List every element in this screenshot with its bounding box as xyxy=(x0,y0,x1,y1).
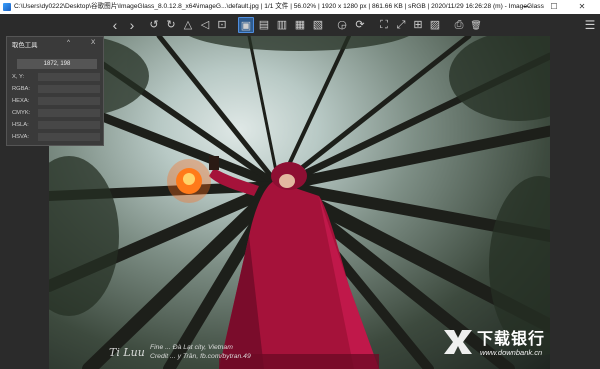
slideshow-icon[interactable]: ◶ xyxy=(334,17,350,33)
thumbnail-icon[interactable]: ⊞ xyxy=(410,17,426,33)
flip-horizontal-icon[interactable]: ◁ xyxy=(197,17,213,33)
picker-row-hexa: HEXA: xyxy=(12,97,100,106)
hsva-value-field[interactable] xyxy=(38,133,100,141)
rotate-left-icon[interactable]: ↺ xyxy=(146,17,162,33)
photo-scene xyxy=(49,36,550,369)
rgba-value-field[interactable] xyxy=(38,85,100,93)
picker-row-rgba: RGBA: xyxy=(12,85,100,94)
gallery-icon[interactable]: ▨ xyxy=(427,17,443,33)
minimize-button[interactable]: — xyxy=(512,0,540,14)
zoom-lock-icon[interactable]: ▤ xyxy=(256,17,272,33)
app-logo-icon xyxy=(3,3,11,11)
coordinate-display: 1872, 198 xyxy=(17,59,97,69)
photographer-signature: Ti Luu xyxy=(109,346,145,359)
next-image-icon[interactable]: › xyxy=(124,17,140,33)
menu-icon[interactable]: ☰ xyxy=(582,17,598,33)
color-picker-panel[interactable]: 取色工具 ^ X 1872, 198 X, Y: RGBA: HEXA: CMY… xyxy=(6,36,104,146)
row-label: RGBA: xyxy=(12,86,31,92)
title-bar: C:\Users\dy0222\Desktop\谷歌图片\ImageGlass_… xyxy=(0,0,600,14)
hsla-value-field[interactable] xyxy=(38,121,100,129)
picker-row-cmyk: CMYK: xyxy=(12,109,100,118)
crop-icon[interactable]: ⊡ xyxy=(214,17,230,33)
picker-row-hsva: HSVA: xyxy=(12,133,100,142)
row-label: CMYK: xyxy=(12,110,31,116)
print-icon[interactable]: ⎙ xyxy=(451,17,467,33)
toolbar: ‹ › ↺ ↻ △ ◁ ⊡ ▣ ▤ ▥ ▦ ▧ ◶ ⟳ ⛶ ⤢ ⊞ ▨ ⎙ 🗑 … xyxy=(0,14,600,36)
auto-zoom-icon[interactable]: ▣ xyxy=(238,17,254,33)
fullscreen-icon[interactable]: ⛶ xyxy=(376,17,392,33)
window-title: C:\Users\dy0222\Desktop\谷歌图片\ImageGlass_… xyxy=(14,3,544,10)
watermark-url: www.downbank.cn xyxy=(480,348,543,357)
main-photo: Ti Luu Fine ... Đà Lạt city, Vietnam Cre… xyxy=(49,36,550,369)
prev-image-icon[interactable]: ‹ xyxy=(107,17,123,33)
credit-line-1: Fine ... Đà Lạt city, Vietnam xyxy=(150,344,233,351)
delete-icon[interactable]: 🗑 xyxy=(468,17,484,33)
row-label: HSLA: xyxy=(12,122,29,128)
window-fit-icon[interactable]: ⤢ xyxy=(393,17,409,33)
close-button[interactable]: ✕ xyxy=(568,0,596,14)
hexa-value-field[interactable] xyxy=(38,97,100,105)
watermark-logo-icon xyxy=(444,330,472,354)
scale-height-icon[interactable]: ▦ xyxy=(292,17,308,33)
picker-row-hsla: HSLA: xyxy=(12,121,100,130)
picker-row-xy: X, Y: xyxy=(12,73,100,82)
close-picker-button[interactable]: X xyxy=(91,39,95,46)
row-label: HSVA: xyxy=(12,134,29,140)
xy-value-field[interactable] xyxy=(38,73,100,81)
color-picker-title: 取色工具 xyxy=(12,42,38,49)
watermark-text: 下载银行 xyxy=(477,329,546,348)
fill-icon[interactable]: ▧ xyxy=(310,17,326,33)
maximize-button[interactable]: ☐ xyxy=(540,0,568,14)
row-label: HEXA: xyxy=(12,98,30,104)
credit-line-2: Credit ... y Trần, fb.com/bytran.49 xyxy=(150,353,251,360)
collapse-button[interactable]: ^ xyxy=(67,39,70,46)
row-label: X, Y: xyxy=(12,74,25,80)
photo-credit: Fine ... Đà Lạt city, Vietnam Credit ...… xyxy=(150,343,251,361)
scale-width-icon[interactable]: ▥ xyxy=(274,17,290,33)
rotate-right-icon[interactable]: ↻ xyxy=(163,17,179,33)
cmyk-value-field[interactable] xyxy=(38,109,100,117)
refresh-icon[interactable]: ⟳ xyxy=(352,17,368,33)
flip-vertical-icon[interactable]: △ xyxy=(180,17,196,33)
